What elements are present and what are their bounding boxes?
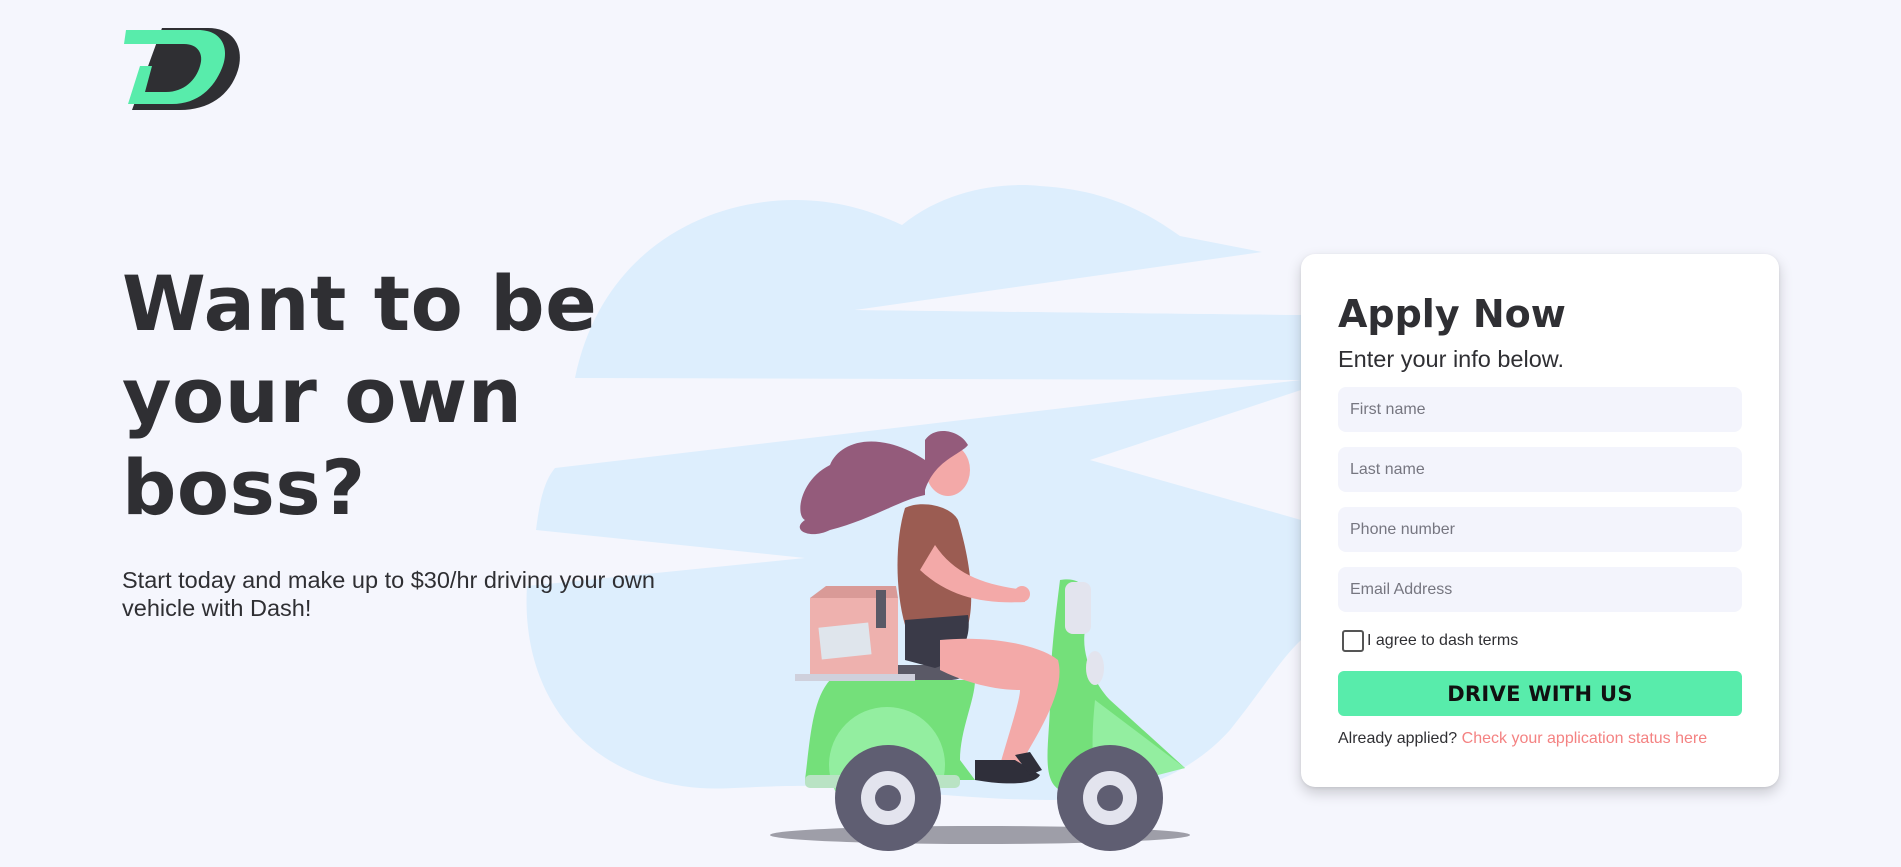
hero-section: Want to be your own boss? Start today an… <box>122 258 722 622</box>
application-form-card: Apply Now Enter your info below. I agree… <box>1301 254 1779 787</box>
hero-title: Want to be your own boss? <box>122 259 598 532</box>
rear-wheel <box>835 745 941 851</box>
check-status-link[interactable]: Check your application status here <box>1462 730 1707 747</box>
last-name-input[interactable] <box>1338 447 1742 492</box>
application-status-row: Already applied? Check your application … <box>1338 730 1707 748</box>
hero-subtitle: Start today and make up to $30/hr drivin… <box>122 567 655 621</box>
terms-checkbox[interactable] <box>1342 630 1364 652</box>
form-subtitle: Enter your info below. <box>1338 346 1564 372</box>
terms-agreement[interactable]: I agree to dash terms <box>1342 629 1518 653</box>
phone-number-input[interactable] <box>1338 507 1742 552</box>
front-wheel <box>1057 745 1163 851</box>
delivery-box <box>795 586 915 681</box>
status-prompt: Already applied? <box>1338 730 1458 747</box>
terms-label: I agree to dash terms <box>1367 632 1519 649</box>
drive-with-us-button[interactable]: DRIVE WITH US <box>1338 671 1742 716</box>
email-address-input[interactable] <box>1338 567 1742 612</box>
form-title: Apply Now <box>1338 292 1566 336</box>
first-name-input[interactable] <box>1338 387 1742 432</box>
